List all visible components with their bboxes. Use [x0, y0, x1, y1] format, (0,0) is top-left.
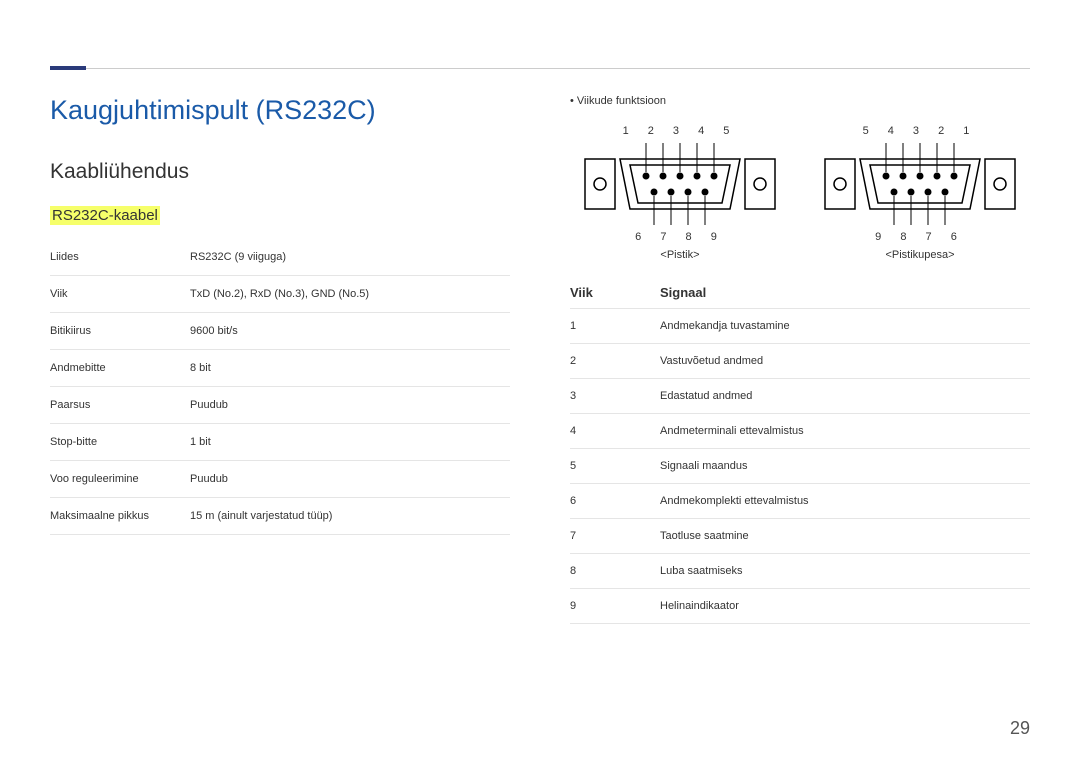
- page-rule-accent: [50, 66, 86, 70]
- spec-label: Paarsus: [50, 387, 190, 424]
- signal-row: 7Taotluse saatmine: [570, 519, 1030, 554]
- signal-pin: 8: [570, 565, 660, 577]
- signal-name: Taotluse saatmine: [660, 530, 1030, 542]
- signal-row: 4Andmeterminali ettevalmistus: [570, 414, 1030, 449]
- spec-label: Viik: [50, 276, 190, 313]
- female-bottom-pins: 9 8 7 6: [810, 231, 1030, 243]
- male-label: <Pistik>: [570, 249, 790, 261]
- signal-pin: 6: [570, 495, 660, 507]
- signal-row: 2Vastuvõetud andmed: [570, 344, 1030, 379]
- signal-pin: 5: [570, 460, 660, 472]
- subsection-label: RS232C-kaabel: [50, 206, 160, 225]
- spec-row: Bitikiirus9600 bit/s: [50, 313, 510, 350]
- signal-row: 3Edastatud andmed: [570, 379, 1030, 414]
- pin-function-bullet: Viikude funktsioon: [570, 95, 1030, 107]
- signal-row: 1Andmekandja tuvastamine: [570, 309, 1030, 344]
- signal-pin: 9: [570, 600, 660, 612]
- spec-value: RS232C (9 viiguga): [190, 239, 510, 276]
- signal-pin: 4: [570, 425, 660, 437]
- spec-row: LiidesRS232C (9 viiguga): [50, 239, 510, 276]
- connector-male: 1 2 3 4 5 6 7 8 9 <Pistik>: [570, 125, 790, 261]
- spec-label: Stop-bitte: [50, 424, 190, 461]
- spec-label: Maksimaalne pikkus: [50, 498, 190, 535]
- left-column: Kaugjuhtimispult (RS232C) Kaabliühendus …: [50, 95, 510, 703]
- signal-pin: 2: [570, 355, 660, 367]
- male-top-pins: 1 2 3 4 5: [570, 125, 790, 137]
- signal-row: 5Signaali maandus: [570, 449, 1030, 484]
- spec-row: Maksimaalne pikkus15 m (ainult varjestat…: [50, 498, 510, 535]
- signal-pin: 1: [570, 320, 660, 332]
- signal-name: Signaali maandus: [660, 460, 1030, 472]
- spec-label: Bitikiirus: [50, 313, 190, 350]
- page-title: Kaugjuhtimispult (RS232C): [50, 95, 510, 126]
- section-heading: Kaabliühendus: [50, 160, 510, 184]
- signal-name: Edastatud andmed: [660, 390, 1030, 402]
- spec-row: Voo reguleeriminePuudub: [50, 461, 510, 498]
- spec-value: 1 bit: [190, 424, 510, 461]
- spec-value: 9600 bit/s: [190, 313, 510, 350]
- signal-pin: 3: [570, 390, 660, 402]
- page-number: 29: [1010, 718, 1030, 739]
- db9-female-icon: [820, 139, 1020, 229]
- signal-pin: 7: [570, 530, 660, 542]
- spec-row: Andmebitte8 bit: [50, 350, 510, 387]
- signal-name: Helinaindikaator: [660, 600, 1030, 612]
- male-bottom-pins: 6 7 8 9: [570, 231, 790, 243]
- spec-label: Voo reguleerimine: [50, 461, 190, 498]
- spec-row: PaarsusPuudub: [50, 387, 510, 424]
- spec-value: 15 m (ainult varjestatud tüüp): [190, 498, 510, 535]
- spec-value: TxD (No.2), RxD (No.3), GND (No.5): [190, 276, 510, 313]
- female-label: <Pistikupesa>: [810, 249, 1030, 261]
- spec-value: Puudub: [190, 387, 510, 424]
- spec-row: Stop-bitte1 bit: [50, 424, 510, 461]
- signal-name: Andmekomplekti ettevalmistus: [660, 495, 1030, 507]
- signal-name: Andmekandja tuvastamine: [660, 320, 1030, 332]
- signal-name: Andmeterminali ettevalmistus: [660, 425, 1030, 437]
- signal-table: 1Andmekandja tuvastamine2Vastuvõetud and…: [570, 309, 1030, 624]
- spec-label: Liides: [50, 239, 190, 276]
- spec-label: Andmebitte: [50, 350, 190, 387]
- signal-row: 8Luba saatmiseks: [570, 554, 1030, 589]
- signal-header-pin: Viik: [570, 285, 660, 300]
- signal-name: Vastuvõetud andmed: [660, 355, 1030, 367]
- signal-table-header: Viik Signaal: [570, 285, 1030, 309]
- signal-header-signal: Signaal: [660, 285, 706, 300]
- spec-row: ViikTxD (No.2), RxD (No.3), GND (No.5): [50, 276, 510, 313]
- right-column: Viikude funktsioon 1 2 3 4 5 6 7 8 9: [570, 95, 1030, 703]
- signal-name: Luba saatmiseks: [660, 565, 1030, 577]
- page-rule: [50, 68, 1030, 69]
- connector-diagrams: 1 2 3 4 5 6 7 8 9 <Pistik> 5 4 3: [570, 125, 1030, 261]
- female-top-pins: 5 4 3 2 1: [810, 125, 1030, 137]
- signal-row: 6Andmekomplekti ettevalmistus: [570, 484, 1030, 519]
- db9-male-icon: [580, 139, 780, 229]
- spec-value: 8 bit: [190, 350, 510, 387]
- connector-female: 5 4 3 2 1 9 8 7 6 <Pistikupesa>: [810, 125, 1030, 261]
- signal-row: 9Helinaindikaator: [570, 589, 1030, 624]
- spec-value: Puudub: [190, 461, 510, 498]
- spec-table: LiidesRS232C (9 viiguga)ViikTxD (No.2), …: [50, 239, 510, 535]
